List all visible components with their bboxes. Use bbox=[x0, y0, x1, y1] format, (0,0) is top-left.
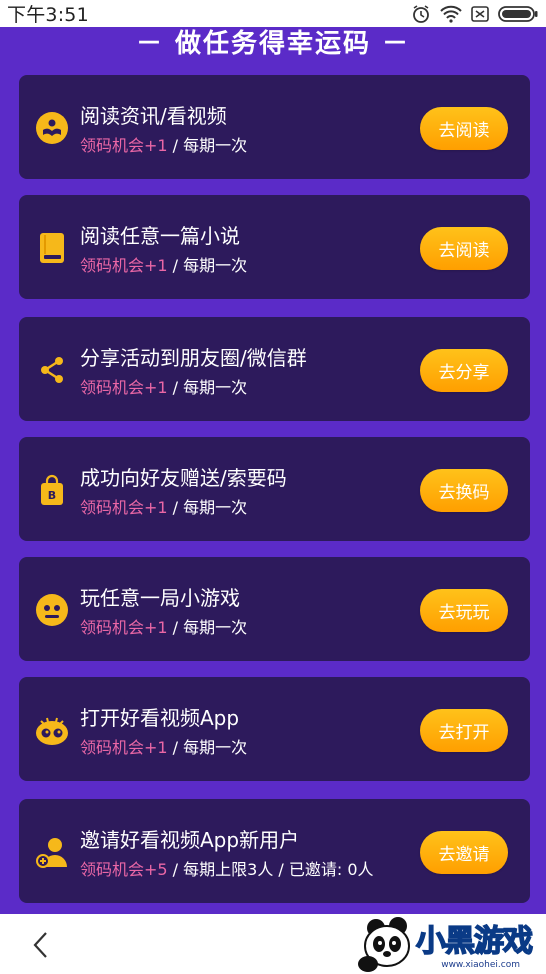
task-card-read-news: 阅读资讯/看视频 领码机会+1 / 每期一次 去阅读 bbox=[19, 75, 530, 179]
wifi-icon bbox=[440, 5, 462, 23]
task-reward: 领码机会+1 bbox=[80, 378, 168, 397]
go-exchange-code-button[interactable]: 去换码 bbox=[420, 469, 508, 512]
watermark-logo: 小黑游戏 www.xiaohei.com bbox=[350, 914, 542, 974]
task-reward: 领码机会+5 bbox=[80, 860, 168, 879]
go-share-button[interactable]: 去分享 bbox=[420, 349, 508, 392]
task-subtitle: 领码机会+1 / 每期一次 bbox=[80, 377, 247, 399]
task-frequency: / 每期一次 bbox=[167, 136, 248, 155]
go-read-novel-button[interactable]: 去阅读 bbox=[420, 227, 508, 270]
chevron-left-icon[interactable] bbox=[28, 928, 54, 962]
watermark-brand: 小黑游戏 bbox=[415, 923, 534, 960]
task-frequency: / 每期一次 bbox=[167, 378, 248, 397]
task-title: 分享活动到朋友圈/微信群 bbox=[80, 346, 307, 370]
task-subtitle: 领码机会+5 / 每期上限3人 / 已邀请: 0人 bbox=[80, 859, 374, 881]
task-reward: 领码机会+1 bbox=[80, 738, 168, 757]
book-icon bbox=[35, 231, 69, 265]
task-title: 邀请好看视频App新用户 bbox=[80, 828, 300, 852]
task-list-area[interactable]: － 做任务得幸运码 － 阅读资讯/看视频 领码机会+1 / 每期一次 去阅读 阅… bbox=[0, 27, 546, 914]
task-frequency: / 每期一次 bbox=[167, 256, 248, 275]
gamepad-icon bbox=[35, 593, 69, 627]
task-subtitle: 领码机会+1 / 每期一次 bbox=[80, 737, 247, 759]
task-card-play-game: 玩任意一局小游戏 领码机会+1 / 每期一次 去玩玩 bbox=[19, 557, 530, 661]
task-card-read-novel: 阅读任意一篇小说 领码机会+1 / 每期一次 去阅读 bbox=[19, 195, 530, 299]
task-title: 玩任意一局小游戏 bbox=[80, 586, 240, 610]
bottom-nav-bar: 小黑游戏 www.xiaohei.com bbox=[0, 914, 546, 974]
sim-icon bbox=[471, 5, 489, 23]
task-frequency: / 每期一次 bbox=[167, 738, 248, 757]
task-frequency: / 每期一次 bbox=[167, 498, 248, 517]
task-subtitle: 领码机会+1 / 每期一次 bbox=[80, 255, 247, 277]
go-read-news-button[interactable]: 去阅读 bbox=[420, 107, 508, 150]
reading-icon bbox=[35, 111, 69, 145]
go-open-app-button[interactable]: 去打开 bbox=[420, 709, 508, 752]
task-card-share: 分享活动到朋友圈/微信群 领码机会+1 / 每期一次 去分享 bbox=[19, 317, 530, 421]
task-card-exchange-code: B 成功向好友赠送/索要码 领码机会+1 / 每期一次 去换码 bbox=[19, 437, 530, 541]
gift-bag-icon: B bbox=[35, 473, 69, 507]
watermark-url: www.xiaohei.com bbox=[441, 960, 520, 970]
go-invite-button[interactable]: 去邀请 bbox=[420, 831, 508, 874]
task-subtitle: 领码机会+1 / 每期一次 bbox=[80, 497, 247, 519]
task-reward: 领码机会+1 bbox=[80, 498, 168, 517]
go-play-button[interactable]: 去玩玩 bbox=[420, 589, 508, 632]
task-title: 成功向好友赠送/索要码 bbox=[80, 466, 287, 490]
share-icon bbox=[35, 353, 69, 387]
task-reward: 领码机会+1 bbox=[80, 256, 168, 275]
app-eyes-icon bbox=[35, 713, 69, 747]
task-title: 打开好看视频App bbox=[80, 706, 240, 730]
task-frequency: / 每期上限3人 / 已邀请: 0人 bbox=[167, 860, 374, 879]
task-frequency: / 每期一次 bbox=[167, 618, 248, 637]
task-card-invite: 邀请好看视频App新用户 领码机会+5 / 每期上限3人 / 已邀请: 0人 去… bbox=[19, 799, 530, 903]
section-title: － 做任务得幸运码 － bbox=[135, 29, 411, 59]
task-title: 阅读资讯/看视频 bbox=[80, 104, 227, 128]
task-subtitle: 领码机会+1 / 每期一次 bbox=[80, 617, 247, 639]
task-reward: 领码机会+1 bbox=[80, 136, 168, 155]
task-card-open-app: 打开好看视频App 领码机会+1 / 每期一次 去打开 bbox=[19, 677, 530, 781]
status-bar: 下午3:51 bbox=[0, 0, 546, 27]
status-icons bbox=[411, 4, 538, 24]
task-subtitle: 领码机会+1 / 每期一次 bbox=[80, 135, 247, 157]
status-time: 下午3:51 bbox=[7, 4, 89, 26]
task-title: 阅读任意一篇小说 bbox=[80, 224, 240, 248]
invite-user-icon bbox=[35, 835, 69, 869]
task-reward: 领码机会+1 bbox=[80, 618, 168, 637]
battery-icon bbox=[498, 5, 538, 23]
svg-text:B: B bbox=[48, 489, 56, 502]
alarm-icon bbox=[411, 4, 431, 24]
